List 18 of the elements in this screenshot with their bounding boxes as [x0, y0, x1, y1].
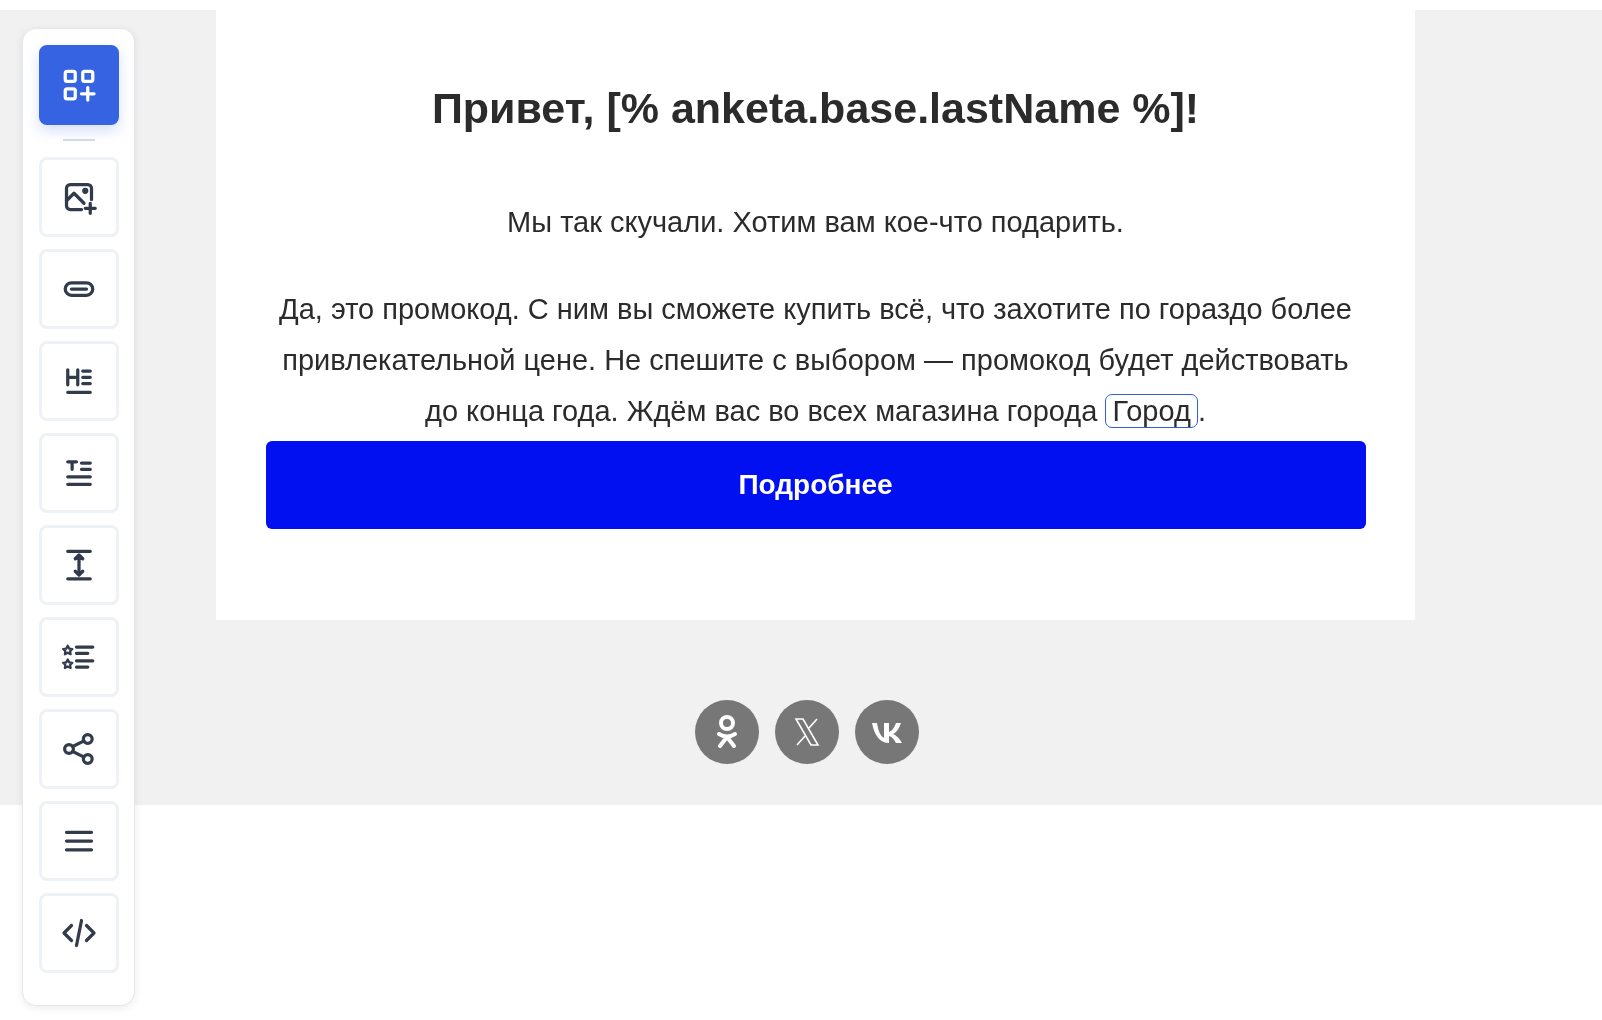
email-heading: Привет, [% anketa.base.lastName %]!	[431, 83, 1200, 134]
intro-text: Мы так скучали. Хотим вам кое-что подарить.	[507, 205, 1124, 240]
menu-tool[interactable]	[38, 801, 119, 881]
ok-icon[interactable]	[695, 700, 759, 764]
vk-icon[interactable]	[855, 700, 919, 764]
button-tool[interactable]	[38, 249, 119, 329]
x-icon[interactable]	[775, 700, 839, 764]
body-text: Да, это промокод. С ним вы сможете купить всё, что захотите по гораздо более привлекательной цене. Не спешите с выбором — промокод будет действовать до конца года. Ждём вас во всех магазина города Город .	[278, 292, 1353, 430]
share-tool[interactable]	[38, 709, 119, 789]
list-tool[interactable]	[38, 617, 119, 697]
image-tool[interactable]	[38, 157, 119, 237]
add-block-tool[interactable]	[38, 45, 119, 125]
text-tool[interactable]	[38, 433, 119, 513]
variable-chip[interactable]: Город	[1105, 394, 1198, 428]
code-tool[interactable]	[38, 893, 119, 973]
more-button[interactable]: Подробнее	[265, 441, 1366, 529]
spacer-tool[interactable]	[38, 525, 119, 605]
heading-tool[interactable]	[38, 341, 119, 421]
